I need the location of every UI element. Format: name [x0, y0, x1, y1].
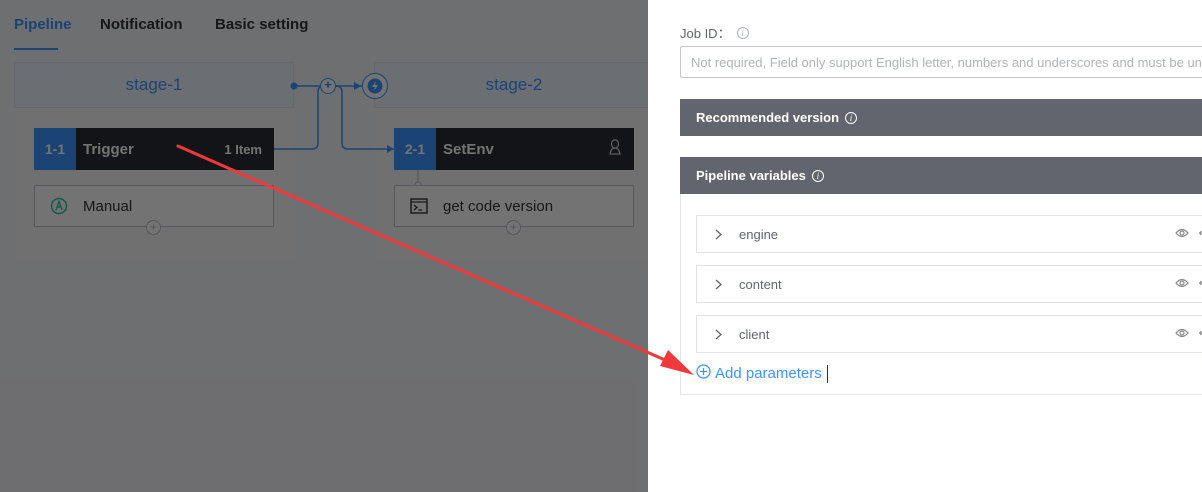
pipeline-canvas: Pipeline Notification Basic setting stag…	[0, 0, 648, 492]
variable-row-content[interactable]: content	[696, 265, 1202, 303]
job-number: 2-1	[394, 128, 436, 170]
job-number: 1-1	[34, 128, 76, 170]
chevron-right-icon[interactable]	[713, 279, 723, 289]
variable-name: content	[739, 276, 782, 292]
manual-trigger-icon	[49, 196, 69, 216]
text-cursor	[826, 364, 828, 383]
linux-icon	[608, 139, 622, 159]
job-id-label: Job ID： i	[680, 23, 749, 42]
info-icon[interactable]: i	[736, 26, 749, 39]
recommended-version-header[interactable]: Recommended version i	[680, 99, 1202, 136]
chevron-right-icon[interactable]	[713, 229, 723, 239]
section-title: Pipeline variables	[696, 168, 806, 183]
section-title: Recommended version	[696, 110, 840, 125]
job-card-1-1[interactable]: 1-1 Trigger 1 Item	[34, 128, 274, 170]
eye-icon[interactable]	[1175, 227, 1189, 242]
add-parameters-label: Add parameters	[715, 365, 822, 382]
variable-name: engine	[739, 226, 779, 242]
chevron-right-icon[interactable]	[713, 329, 723, 339]
pipeline-variables-header[interactable]: Pipeline variables i	[680, 157, 1202, 194]
variable-name: client	[739, 326, 770, 342]
variable-row-client[interactable]: client	[696, 315, 1202, 353]
plus-circle-icon	[696, 364, 711, 383]
job-id-label-text: Job ID：	[680, 26, 731, 41]
job-card-2-1[interactable]: 2-1 SetEnv	[394, 128, 634, 170]
job-name: Trigger	[83, 140, 134, 158]
add-parameters-button[interactable]: Add parameters	[696, 364, 828, 383]
terminal-icon	[409, 196, 429, 216]
job-name: SetEnv	[443, 140, 494, 158]
variable-row-engine[interactable]: engine	[696, 215, 1202, 253]
add-atom-button[interactable]: +	[146, 220, 161, 235]
add-atom-button[interactable]: +	[506, 220, 521, 235]
stage-trigger-icon[interactable]	[362, 73, 388, 99]
atom-label: Manual	[83, 197, 133, 215]
info-icon[interactable]: i	[845, 111, 858, 124]
add-stage-button[interactable]: +	[320, 78, 336, 94]
info-icon[interactable]: i	[811, 169, 824, 182]
job-id-input[interactable]	[680, 46, 1202, 78]
job-item-count: 1 Item	[224, 141, 262, 157]
eye-icon[interactable]	[1175, 327, 1189, 342]
atom-label: get code version	[443, 197, 554, 215]
eye-icon[interactable]	[1175, 277, 1189, 292]
job-settings-panel: Job ID： i Recommended version i Pipeline…	[648, 0, 1202, 492]
